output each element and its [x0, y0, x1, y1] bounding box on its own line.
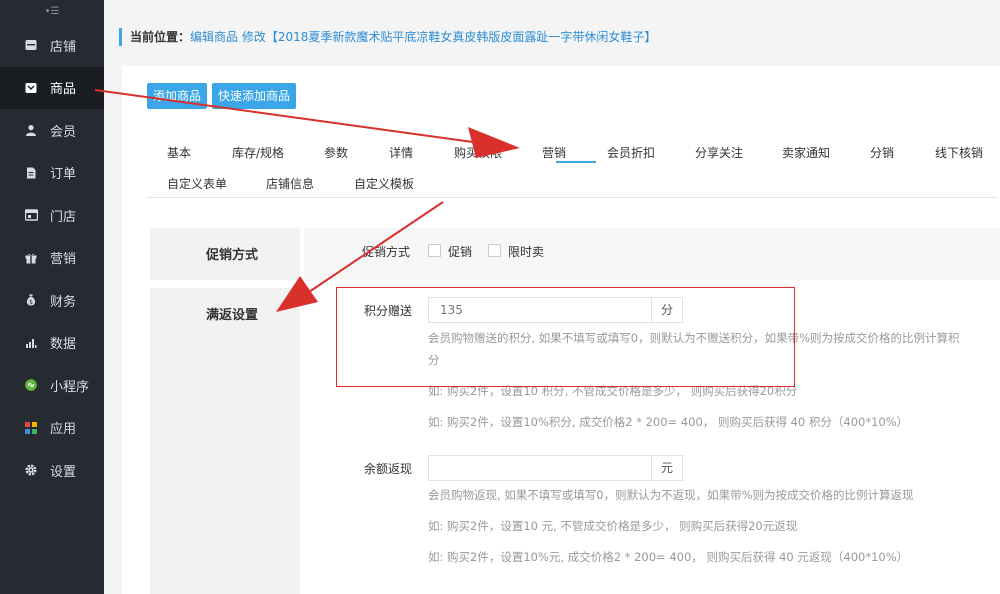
annotation-highlight-box — [336, 287, 795, 387]
quick-add-goods-button[interactable]: 快速添加商品 — [212, 83, 297, 109]
svg-text:$: $ — [29, 299, 33, 306]
promo-checkbox[interactable] — [428, 244, 441, 257]
active-tab-indicator — [556, 161, 596, 163]
sidebar-item-label: 小程序 — [50, 379, 90, 395]
flash-sale-checkbox-label: 限时卖 — [508, 245, 545, 259]
promo-field-label: 促销方式 — [362, 245, 411, 259]
breadcrumb: 当前位置：编辑商品 修改【2018夏季新款魔术贴平底凉鞋女真皮韩版皮面露趾一字带… — [119, 28, 656, 46]
flash-sale-checkbox[interactable] — [488, 244, 501, 257]
balance-input[interactable] — [428, 455, 652, 481]
balance-example-1: 如: 购买2件，设置10 元, 不管成交价格是多少， 则购买后获得20元返现 — [428, 519, 798, 533]
tab-detail[interactable]: 详情 — [389, 144, 413, 161]
sidebar-item-member[interactable]: 会员 — [0, 109, 104, 152]
tab-params[interactable]: 参数 — [324, 144, 348, 161]
rebate-section-header — [150, 288, 300, 594]
tab-offline-verify[interactable]: 线下核销 — [935, 144, 983, 161]
sidebar-item-label: 订单 — [50, 167, 77, 183]
sidebar-item-label: 会员 — [50, 124, 77, 140]
sidebar-item-label: 设置 — [50, 464, 77, 480]
sidebar-item-label: 应用 — [50, 422, 77, 438]
money-bag-icon: $ — [24, 293, 38, 307]
promo-checkbox-label: 促销 — [448, 245, 473, 259]
points-example-2: 如: 购买2件，设置10%积分, 成交价格2 * 200= 400， 则购买后获… — [428, 415, 909, 429]
balance-hint: 会员购物返现, 如果不填写或填写0，则默认为不返现，如果带%则为按成交价格的比例… — [428, 488, 914, 502]
sidebar-item-finance[interactable]: $ 财务 — [0, 279, 104, 322]
tab-share-follow[interactable]: 分享关注 — [695, 144, 743, 161]
tab-shop-info[interactable]: 店铺信息 — [266, 175, 314, 192]
tab-basic[interactable]: 基本 — [167, 144, 191, 161]
sidebar-item-shop[interactable]: 门店 — [0, 194, 104, 237]
sidebar-item-order[interactable]: 订单 — [0, 152, 104, 195]
sidebar-item-marketing[interactable]: 营销 — [0, 237, 104, 280]
tab-stock-spec[interactable]: 库存/规格 — [232, 144, 284, 161]
shop-icon — [24, 208, 38, 222]
member-icon — [24, 123, 38, 137]
sidebar: •☰ 店铺 商品 会员 订单 门店 营销 $ 财务 数据 小程序 应用 设置 — [0, 0, 104, 594]
store-icon — [24, 38, 38, 52]
sidebar-item-data[interactable]: 数据 — [0, 322, 104, 365]
sidebar-item-label: 营销 — [50, 252, 77, 268]
sidebar-toggle[interactable]: •☰ — [0, 0, 104, 24]
balance-example-2: 如: 购买2件，设置10%元, 成交价格2 * 200= 400， 则购买后获得… — [428, 550, 909, 564]
sidebar-item-label: 店铺 — [50, 39, 77, 55]
tab-custom-template[interactable]: 自定义模板 — [354, 175, 414, 192]
sidebar-item-label: 数据 — [50, 337, 77, 353]
tab-member-discount[interactable]: 会员折扣 — [607, 144, 655, 161]
bar-chart-icon — [24, 336, 38, 350]
balance-field-label: 余额返现 — [364, 462, 413, 476]
apps-grid-icon — [24, 421, 38, 435]
tab-bar: 基本 库存/规格 参数 详情 购买权限 营销 会员折扣 分享关注 卖家通知 分销… — [146, 126, 998, 198]
promo-section-title: 促销方式 — [206, 248, 259, 263]
rebate-section-title: 满返设置 — [206, 308, 259, 323]
order-icon — [24, 166, 38, 180]
sidebar-item-apps[interactable]: 应用 — [0, 407, 104, 450]
sidebar-item-label: 财务 — [50, 294, 77, 310]
breadcrumb-link[interactable]: 编辑商品 修改【2018夏季新款魔术贴平底凉鞋女真皮韩版皮面露趾一字带休闲女鞋子… — [190, 30, 656, 44]
sidebar-item-settings[interactable]: 设置 — [0, 449, 104, 492]
tab-purchase-permission[interactable]: 购买权限 — [454, 144, 502, 161]
balance-unit: 元 — [651, 455, 683, 481]
main-panel: 添加商品 快速添加商品 基本 库存/规格 参数 详情 购买权限 营销 会员折扣 … — [122, 66, 1000, 594]
sidebar-item-store[interactable]: 店铺 — [0, 24, 104, 67]
breadcrumb-label: 当前位置： — [130, 30, 191, 44]
sidebar-item-label: 门店 — [50, 209, 77, 225]
goods-icon — [24, 81, 38, 95]
tab-distribution[interactable]: 分销 — [870, 144, 894, 161]
sidebar-item-goods[interactable]: 商品 — [0, 66, 104, 109]
gift-icon — [24, 251, 38, 265]
mini-program-icon — [24, 378, 38, 392]
gear-icon — [24, 463, 38, 477]
tab-custom-form[interactable]: 自定义表单 — [167, 175, 227, 192]
tab-seller-notify[interactable]: 卖家通知 — [782, 144, 830, 161]
sidebar-item-mini-program[interactable]: 小程序 — [0, 364, 104, 407]
add-goods-button[interactable]: 添加商品 — [147, 83, 208, 109]
tab-marketing[interactable]: 营销 — [542, 144, 566, 161]
sidebar-item-label: 商品 — [50, 82, 77, 98]
